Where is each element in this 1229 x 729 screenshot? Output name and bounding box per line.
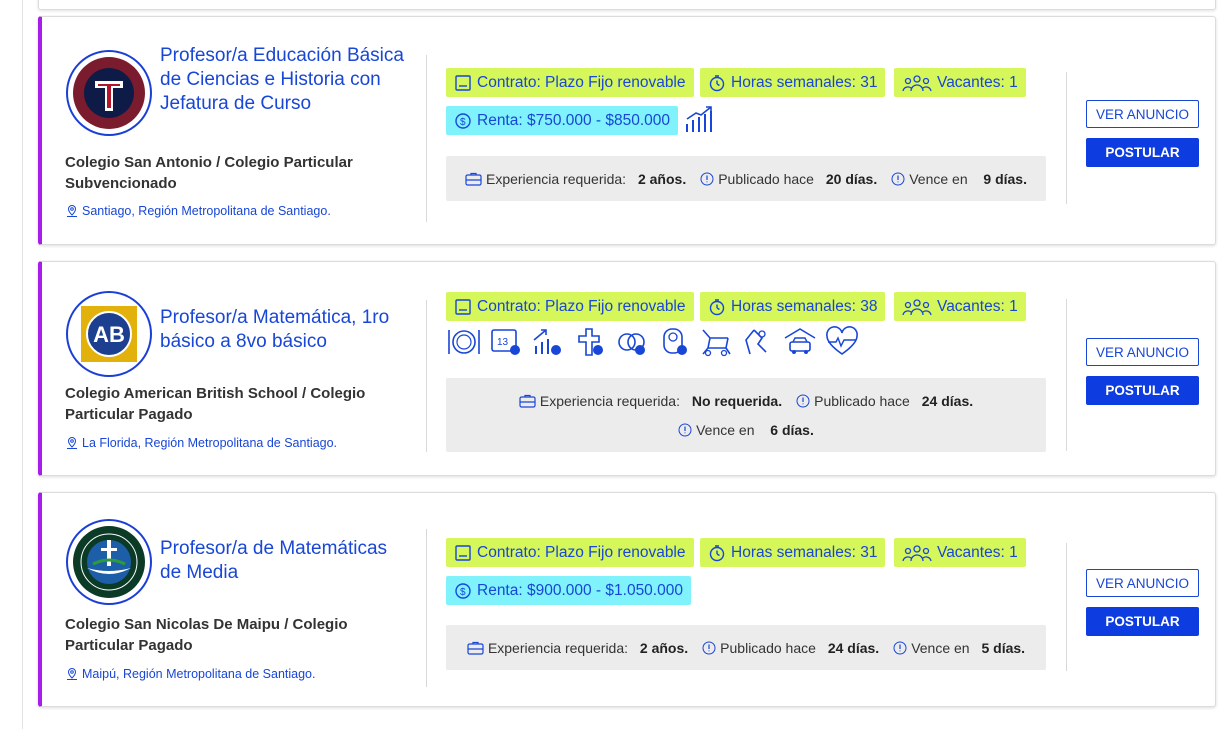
- job-info-box: Experiencia requerida: 2 años. Publicado…: [446, 625, 1046, 670]
- gift-icon: [745, 329, 767, 355]
- contract-icon: [455, 298, 471, 315]
- page-left-divider: [22, 0, 23, 729]
- meal-icon: [448, 330, 480, 354]
- experience-info: Experiencia requerida: No requerida.: [519, 393, 782, 409]
- vacancies-chip: Vacantes: 1: [894, 68, 1026, 97]
- bonus-13-icon: 13: [491, 329, 520, 355]
- svg-text:$: $: [460, 587, 466, 598]
- stopwatch-icon: [709, 74, 725, 91]
- location[interactable]: Maipú, Región Metropolitana de Santiago.: [65, 667, 315, 681]
- parking-icon: [784, 328, 816, 354]
- published-info: Publicado hace 24 días.: [796, 393, 973, 409]
- benefits-icons: 13: [446, 326, 860, 358]
- svg-text:13: 13: [497, 337, 509, 348]
- published-info: Publicado hace 20 días.: [700, 171, 877, 187]
- contract-icon: [455, 544, 471, 561]
- divider: [426, 529, 427, 687]
- view-ad-button[interactable]: VER ANUNCIO: [1086, 338, 1199, 366]
- stopwatch-icon: [709, 544, 725, 561]
- briefcase-icon: [465, 172, 482, 186]
- childcare-icon: [702, 329, 731, 357]
- job-title[interactable]: Profesor/a Matemática, 1ro básico a 8vo …: [160, 306, 410, 354]
- experience-info: Experiencia requerida: 2 años.: [467, 640, 688, 656]
- contract-chip: Contrato: Plazo Fijo renovable: [446, 292, 694, 321]
- map-pin-icon: [67, 204, 77, 217]
- divider: [426, 300, 427, 452]
- contract-chip: Contrato: Plazo Fijo renovable: [446, 68, 694, 97]
- wellness-icon: [826, 326, 858, 355]
- hours-chip: Horas semanales: 31: [700, 538, 886, 567]
- info-circle-icon: [678, 423, 692, 437]
- job-title[interactable]: Profesor/a de Matemáticas de Media: [160, 537, 410, 585]
- view-ad-button[interactable]: VER ANUNCIO: [1086, 569, 1199, 597]
- location[interactable]: La Florida, Región Metropolitana de Sant…: [65, 436, 337, 450]
- info-circle-icon: [893, 641, 907, 654]
- vacancies-chip: Vacantes: 1: [894, 538, 1026, 567]
- expires-info: Vence en 6 días.: [678, 422, 814, 438]
- school-logo: [66, 519, 152, 605]
- view-ad-button[interactable]: VER ANUNCIO: [1086, 100, 1199, 128]
- experience-info: Experiencia requerida: 2 años.: [465, 171, 686, 187]
- info-circle-icon: [702, 641, 716, 654]
- salary-chip: $ Renta: $900.000 - $1.050.000: [446, 576, 691, 605]
- people-icon: [902, 544, 932, 561]
- divider: [426, 55, 427, 222]
- apply-button[interactable]: POSTULAR: [1086, 376, 1199, 405]
- map-pin-icon: [67, 436, 77, 449]
- expires-info: Vence en 5 días.: [893, 640, 1025, 656]
- info-circle-icon: [891, 172, 905, 185]
- stopwatch-icon: [709, 298, 725, 315]
- divider: [1066, 543, 1067, 671]
- svg-text:AB: AB: [93, 322, 125, 347]
- people-icon: [902, 298, 932, 315]
- job-card-3: Profesor/a de Matemáticas de Media Coleg…: [38, 492, 1216, 707]
- svg-text:$: $: [460, 117, 466, 128]
- school-name: Colegio San Antonio / Colegio Particular…: [65, 154, 353, 192]
- school-logo: [66, 50, 152, 136]
- money-cycle-icon: $: [455, 582, 471, 599]
- briefcase-icon: [519, 394, 536, 408]
- family-bonus-icon: [618, 333, 645, 355]
- job-card-1: Profesor/a Educación Básica de Ciencias …: [38, 16, 1216, 245]
- growth-bonus-icon: [533, 329, 561, 355]
- job-info-box: Experiencia requerida: No requerida. Pub…: [446, 378, 1046, 452]
- apply-button[interactable]: POSTULAR: [1086, 138, 1199, 167]
- school-name: Colegio San Nicolas De Maipu / Colegio P…: [65, 616, 348, 654]
- expires-info: Vence en 9 días.: [891, 171, 1027, 187]
- salary-chip: $ Renta: $750.000 - $850.000: [446, 106, 679, 135]
- contract-chip: Contrato: Plazo Fijo renovable: [446, 538, 694, 567]
- location-text: Maipú, Región Metropolitana de Santiago.: [82, 667, 316, 681]
- growth-chart-icon: [686, 106, 712, 132]
- job-card-2: AB Profesor/a Matemática, 1ro básico a 8…: [38, 261, 1216, 476]
- published-info: Publicado hace 24 días.: [702, 640, 879, 656]
- info-circle-icon: [796, 394, 810, 408]
- location-text: Santiago, Región Metropolitana de Santia…: [82, 204, 331, 218]
- map-pin-icon: [67, 667, 77, 680]
- job-title[interactable]: Profesor/a Educación Básica de Ciencias …: [160, 44, 410, 116]
- briefcase-icon: [467, 641, 484, 655]
- health-insurance-icon: [578, 328, 603, 356]
- location[interactable]: Santiago, Región Metropolitana de Santia…: [65, 204, 331, 218]
- school-name: Colegio American British School / Colegi…: [65, 385, 366, 423]
- people-icon: [902, 74, 932, 91]
- previous-card-edge: [38, 0, 1216, 10]
- divider: [1066, 72, 1067, 204]
- hours-chip: Horas semanales: 38: [700, 292, 886, 321]
- baby-bonus-icon: [663, 328, 687, 355]
- apply-button[interactable]: POSTULAR: [1086, 607, 1199, 636]
- hours-chip: Horas semanales: 31: [700, 68, 886, 97]
- divider: [1066, 299, 1067, 451]
- school-logo: AB: [66, 291, 152, 377]
- info-circle-icon: [700, 172, 714, 185]
- contract-icon: [455, 74, 471, 91]
- job-info-box: Experiencia requerida: 2 años. Publicado…: [446, 156, 1046, 201]
- money-cycle-icon: $: [455, 112, 471, 129]
- location-text: La Florida, Región Metropolitana de Sant…: [82, 436, 338, 450]
- vacancies-chip: Vacantes: 1: [894, 292, 1026, 321]
